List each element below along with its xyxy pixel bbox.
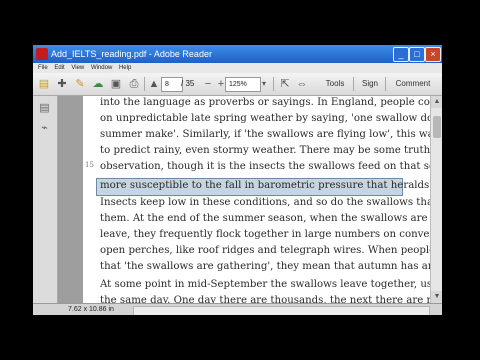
pdf-page: 15 into the language as proverbs or sayi… (83, 96, 430, 303)
previous-page-icon[interactable]: ▲ (147, 77, 161, 91)
toolbar-divider (144, 77, 145, 91)
tools-button[interactable]: Tools (321, 76, 349, 91)
open-folder-icon[interactable]: ▤ (37, 77, 51, 91)
zoom-select[interactable]: 125% (225, 77, 261, 92)
text-line: into the language as proverbs or sayings… (100, 97, 430, 108)
toolbar: ▤ ✚ ✎ ☁ ▣ ⎙ ▲ ▼ 8 / 35 − + 125% ▾ ⇱ ⇔ To… (33, 73, 442, 96)
text-line: summer make'. Similarly, if 'the swallow… (100, 129, 430, 140)
document-view[interactable]: 15 into the language as proverbs or sayi… (58, 96, 430, 303)
status-bar: 7.62 x 10.86 in (33, 303, 442, 315)
text-line: open perches, like roof ridges and teleg… (100, 245, 430, 256)
text-line: leave, they frequently flock together in… (100, 229, 430, 240)
menu-file[interactable]: File (38, 63, 48, 73)
vertical-scrollbar[interactable]: ▲ ▼ (430, 96, 442, 303)
text-line: to predict rainy, even stormy weather. T… (100, 145, 430, 156)
line-number: 15 (85, 161, 94, 169)
close-button[interactable]: × (425, 47, 441, 62)
navigation-pane: ▤ ⌁ (33, 96, 58, 303)
create-pdf-icon[interactable]: ✚ (55, 77, 69, 91)
text-line: them. At the end of the summer season, w… (100, 213, 430, 224)
text-line: the same day. One day there are thousand… (100, 295, 430, 303)
maximize-button[interactable]: □ (409, 47, 425, 62)
save-icon[interactable]: ▣ (109, 77, 123, 91)
toolbar-divider (385, 77, 386, 91)
adobe-reader-window: Add_IELTS_reading.pdf - Adobe Reader _ □… (33, 45, 442, 315)
zoom-out-icon[interactable]: − (201, 77, 215, 91)
comment-button[interactable]: Comment (389, 76, 437, 91)
select-tool-icon[interactable]: ⇱ (278, 77, 292, 91)
menu-help[interactable]: Help (119, 63, 131, 73)
menu-bar: File Edit View Window Help (33, 63, 442, 73)
page-number-input[interactable]: 8 (161, 77, 183, 92)
page-thumbnails-icon[interactable]: ▤ (38, 102, 51, 115)
print-icon[interactable]: ⎙ (127, 77, 141, 91)
page-dimensions: 7.62 x 10.86 in (68, 306, 114, 313)
fit-width-icon[interactable]: ⇔ (295, 77, 309, 91)
horizontal-scrollbar[interactable] (133, 306, 430, 315)
minimize-button[interactable]: _ (393, 47, 409, 62)
text-line: on unpredictable late spring weather by … (100, 113, 430, 124)
scroll-down-icon[interactable]: ▼ (431, 291, 442, 303)
scroll-thumb[interactable] (433, 116, 441, 138)
menu-view[interactable]: View (71, 63, 84, 73)
edit-icon[interactable]: ✎ (73, 77, 87, 91)
text-line: Insects keep low in these conditions, an… (100, 197, 430, 208)
sign-button[interactable]: Sign (359, 76, 381, 91)
text-line: At some point in mid-September the swall… (100, 279, 430, 290)
menu-edit[interactable]: Edit (54, 63, 64, 73)
text-line: that 'the swallows are gathering', they … (100, 261, 430, 272)
menu-window[interactable]: Window (91, 63, 112, 73)
page-total: / 35 (181, 79, 195, 88)
title-bar[interactable]: Add_IELTS_reading.pdf - Adobe Reader _ □… (33, 45, 442, 63)
cloud-share-icon[interactable]: ☁ (91, 77, 105, 91)
adobe-reader-icon (36, 48, 48, 60)
chevron-down-icon[interactable]: ▾ (257, 77, 271, 91)
scroll-up-icon[interactable]: ▲ (431, 96, 442, 108)
text-line: more susceptible to the fall in barometr… (100, 180, 430, 191)
toolbar-divider (353, 77, 354, 91)
toolbar-divider (273, 77, 274, 91)
window-title: Add_IELTS_reading.pdf - Adobe Reader (51, 49, 212, 59)
text-line: observation, though it is the insects th… (100, 161, 430, 172)
attachments-icon[interactable]: ⌁ (38, 122, 51, 135)
